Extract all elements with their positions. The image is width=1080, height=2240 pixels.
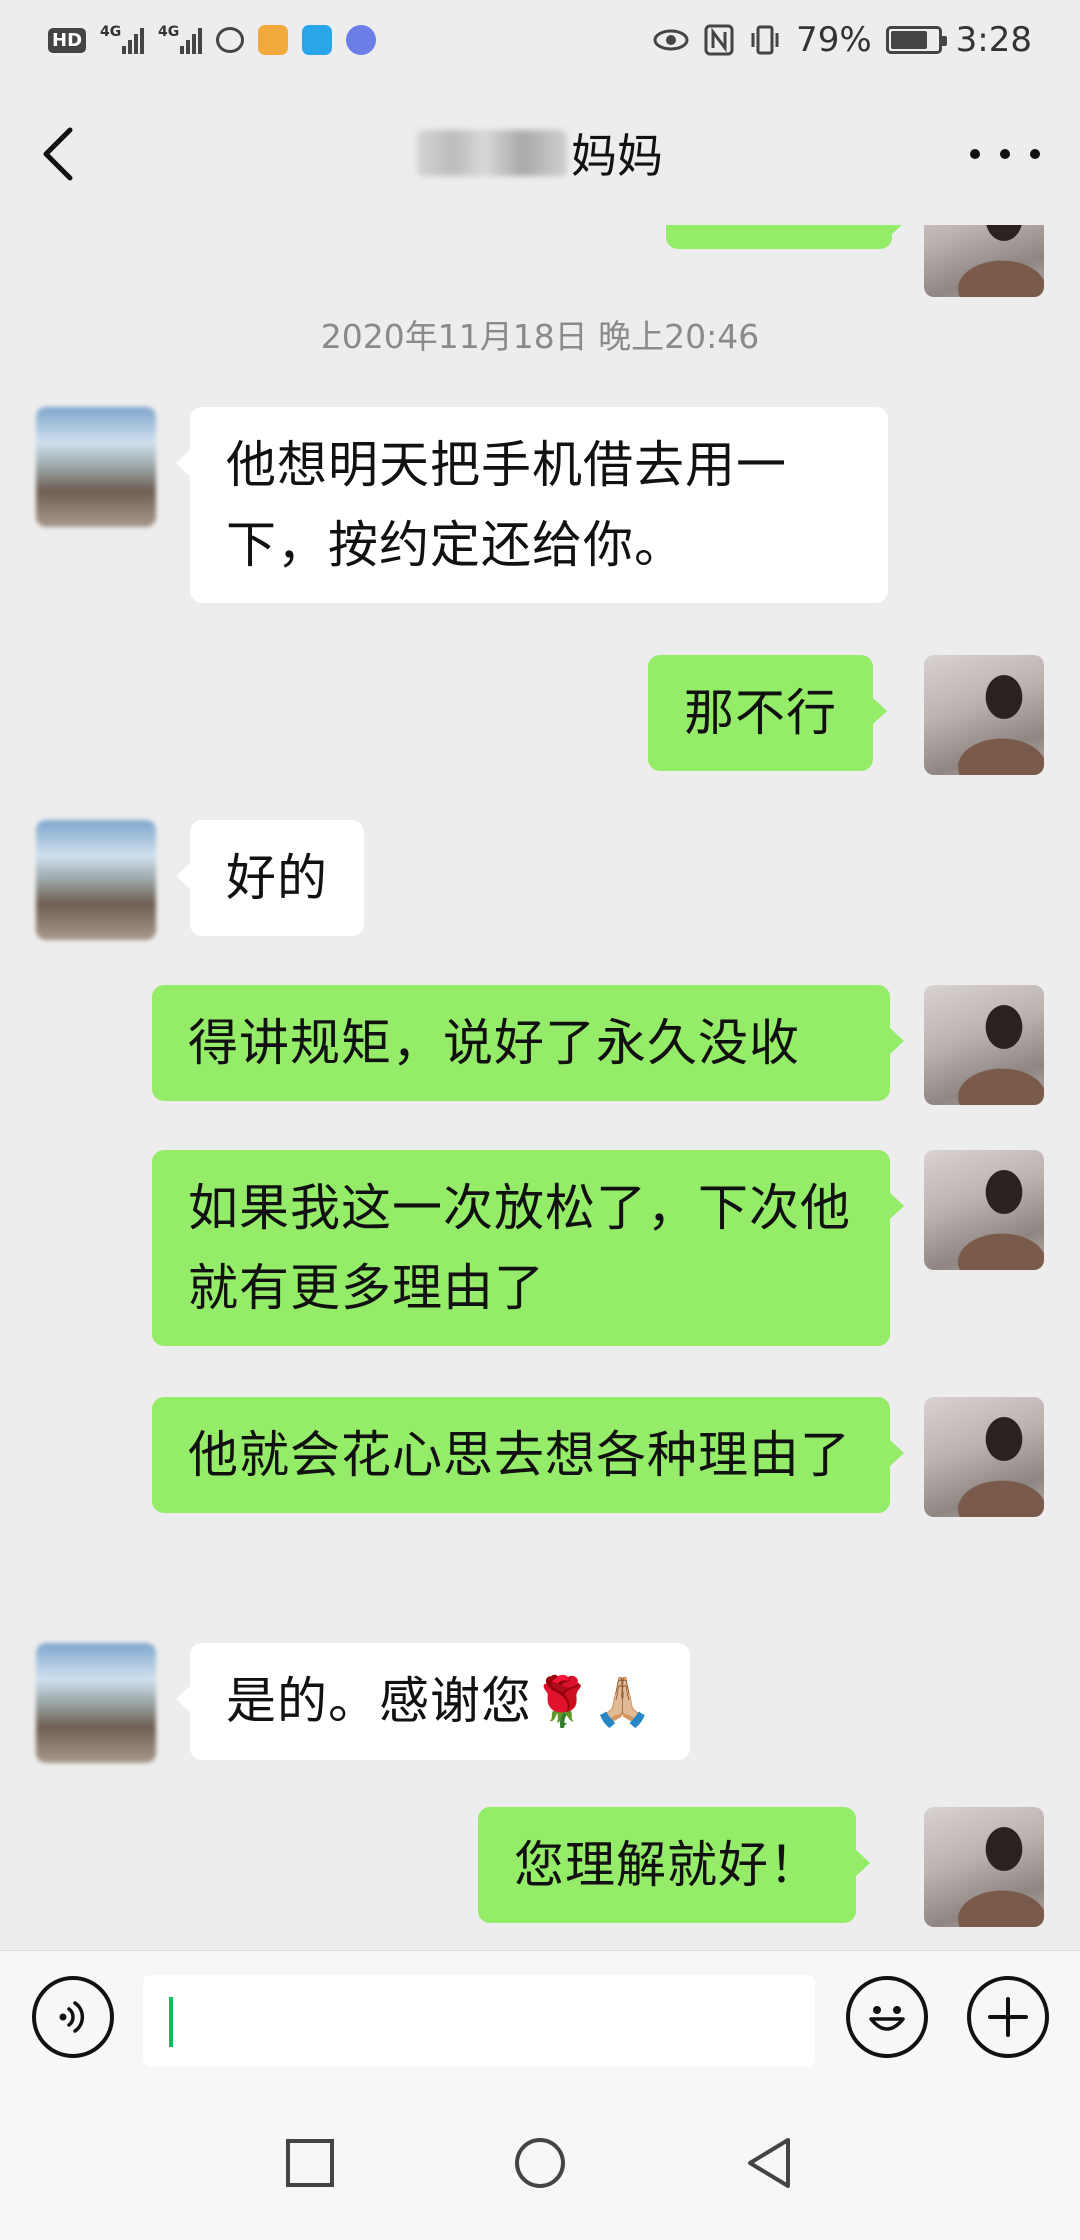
contact-avatar[interactable] — [36, 820, 156, 940]
message-text: 是的。感谢您 — [226, 1672, 532, 1730]
more-dot — [1030, 149, 1040, 159]
signal-label: 4G — [100, 24, 122, 40]
status-left: HD 4G 4G — [48, 24, 377, 55]
message-timestamp: 2020年11月18日 晚上20:46 — [320, 317, 760, 356]
vibrate-icon — [751, 25, 779, 55]
battery-icon — [885, 26, 947, 54]
more-functions-button[interactable] — [967, 1976, 1049, 2058]
self-avatar[interactable] — [924, 1150, 1044, 1270]
message-bubble-incoming[interactable]: 他想明天把手机借去用一下，按约定还给你。 — [176, 407, 888, 603]
message-text: 您理解就好！ — [514, 1836, 820, 1894]
self-avatar[interactable] — [924, 655, 1044, 775]
redacted-name — [417, 129, 567, 176]
recents-button[interactable] — [280, 2133, 340, 2193]
self-avatar[interactable] — [924, 225, 1044, 297]
message-text: 他想明天把手机借去用一下，按约定还给你。 — [226, 436, 787, 574]
message-bubble-outgoing[interactable]: 那不行 — [648, 655, 887, 771]
message-input[interactable] — [143, 1975, 815, 2067]
message-text: 得讲规矩，说好了永久没收 — [188, 1014, 800, 1072]
emoji-button[interactable] — [846, 1976, 928, 2058]
music-app-icon — [346, 25, 377, 55]
chat-title: 妈妈 — [417, 120, 663, 186]
message-bubble-outgoing[interactable]: 他就会花心思去想各种理由了 — [152, 1397, 904, 1513]
emoji-icon — [869, 2006, 905, 2031]
rose-pray-emoji: 🌹🙏🏼 — [532, 1674, 654, 1730]
signal-icon: 4G — [100, 24, 145, 54]
voice-button[interactable] — [32, 1976, 114, 2058]
status-bar: HD 4G 4G 79% 3:28 — [0, 0, 1080, 80]
signal-icon-2: 4G — [158, 24, 203, 54]
hd-badge: HD — [48, 27, 87, 53]
message-bubble-incoming[interactable]: 好的 — [176, 820, 364, 936]
chat-header: 妈妈 — [0, 80, 1080, 225]
more-dot — [1000, 149, 1010, 159]
back-button[interactable] — [36, 122, 84, 186]
contact-avatar[interactable] — [36, 407, 156, 527]
signal-label-2: 4G — [158, 24, 180, 40]
clock: 3:28 — [955, 20, 1032, 60]
message-bubble-outgoing[interactable]: 得讲规矩，说好了永久没收 — [152, 985, 904, 1101]
cup-app-icon — [258, 25, 289, 55]
message-list[interactable]: 2020年11月18日 晚上20:46 他想明天把手机借去用一下，按约定还给你。… — [0, 225, 1080, 1950]
message-text: 好的 — [226, 849, 328, 907]
plus-icon — [988, 1997, 1028, 2037]
bulb-app-icon — [302, 25, 333, 55]
eye-icon — [653, 29, 689, 51]
battery-percent: 79% — [796, 20, 872, 60]
contact-avatar[interactable] — [36, 1643, 156, 1763]
system-nav-bar — [0, 2085, 1080, 2240]
nfc-icon — [704, 24, 734, 56]
message-bubble-outgoing[interactable]: 您理解就好！ — [478, 1807, 870, 1923]
text-caret — [169, 1997, 173, 2047]
message-text: 如果我这一次放松了，下次他就有更多理由了 — [188, 1179, 851, 1317]
status-right: 79% 3:28 — [652, 20, 1032, 60]
title-text: 妈妈 — [571, 128, 663, 183]
previous-message-bubble[interactable] — [666, 225, 906, 249]
message-bubble-incoming[interactable]: 是的。感谢您🌹🙏🏼 — [176, 1643, 690, 1760]
nav-back-button[interactable] — [740, 2133, 800, 2193]
message-bubble-outgoing[interactable]: 如果我这一次放松了，下次他就有更多理由了 — [152, 1150, 904, 1346]
square-nav-icon — [286, 2139, 334, 2187]
home-button[interactable] — [510, 2133, 570, 2193]
circle-nav-icon — [515, 2138, 565, 2188]
self-avatar[interactable] — [924, 985, 1044, 1105]
self-avatar[interactable] — [924, 1807, 1044, 1927]
back-arrow-icon — [43, 127, 73, 181]
chat-bubble-icon — [216, 27, 245, 53]
input-bar — [0, 1950, 1080, 2085]
more-dots-icon — [970, 149, 980, 159]
message-text: 那不行 — [684, 684, 837, 742]
message-text: 他就会花心思去想各种理由了 — [188, 1426, 851, 1484]
battery-fill — [890, 31, 927, 49]
triangle-back-nav-icon — [748, 2138, 790, 2188]
self-avatar[interactable] — [924, 1397, 1044, 1517]
voice-icon — [59, 2001, 85, 2033]
more-options-button[interactable] — [970, 132, 1040, 176]
